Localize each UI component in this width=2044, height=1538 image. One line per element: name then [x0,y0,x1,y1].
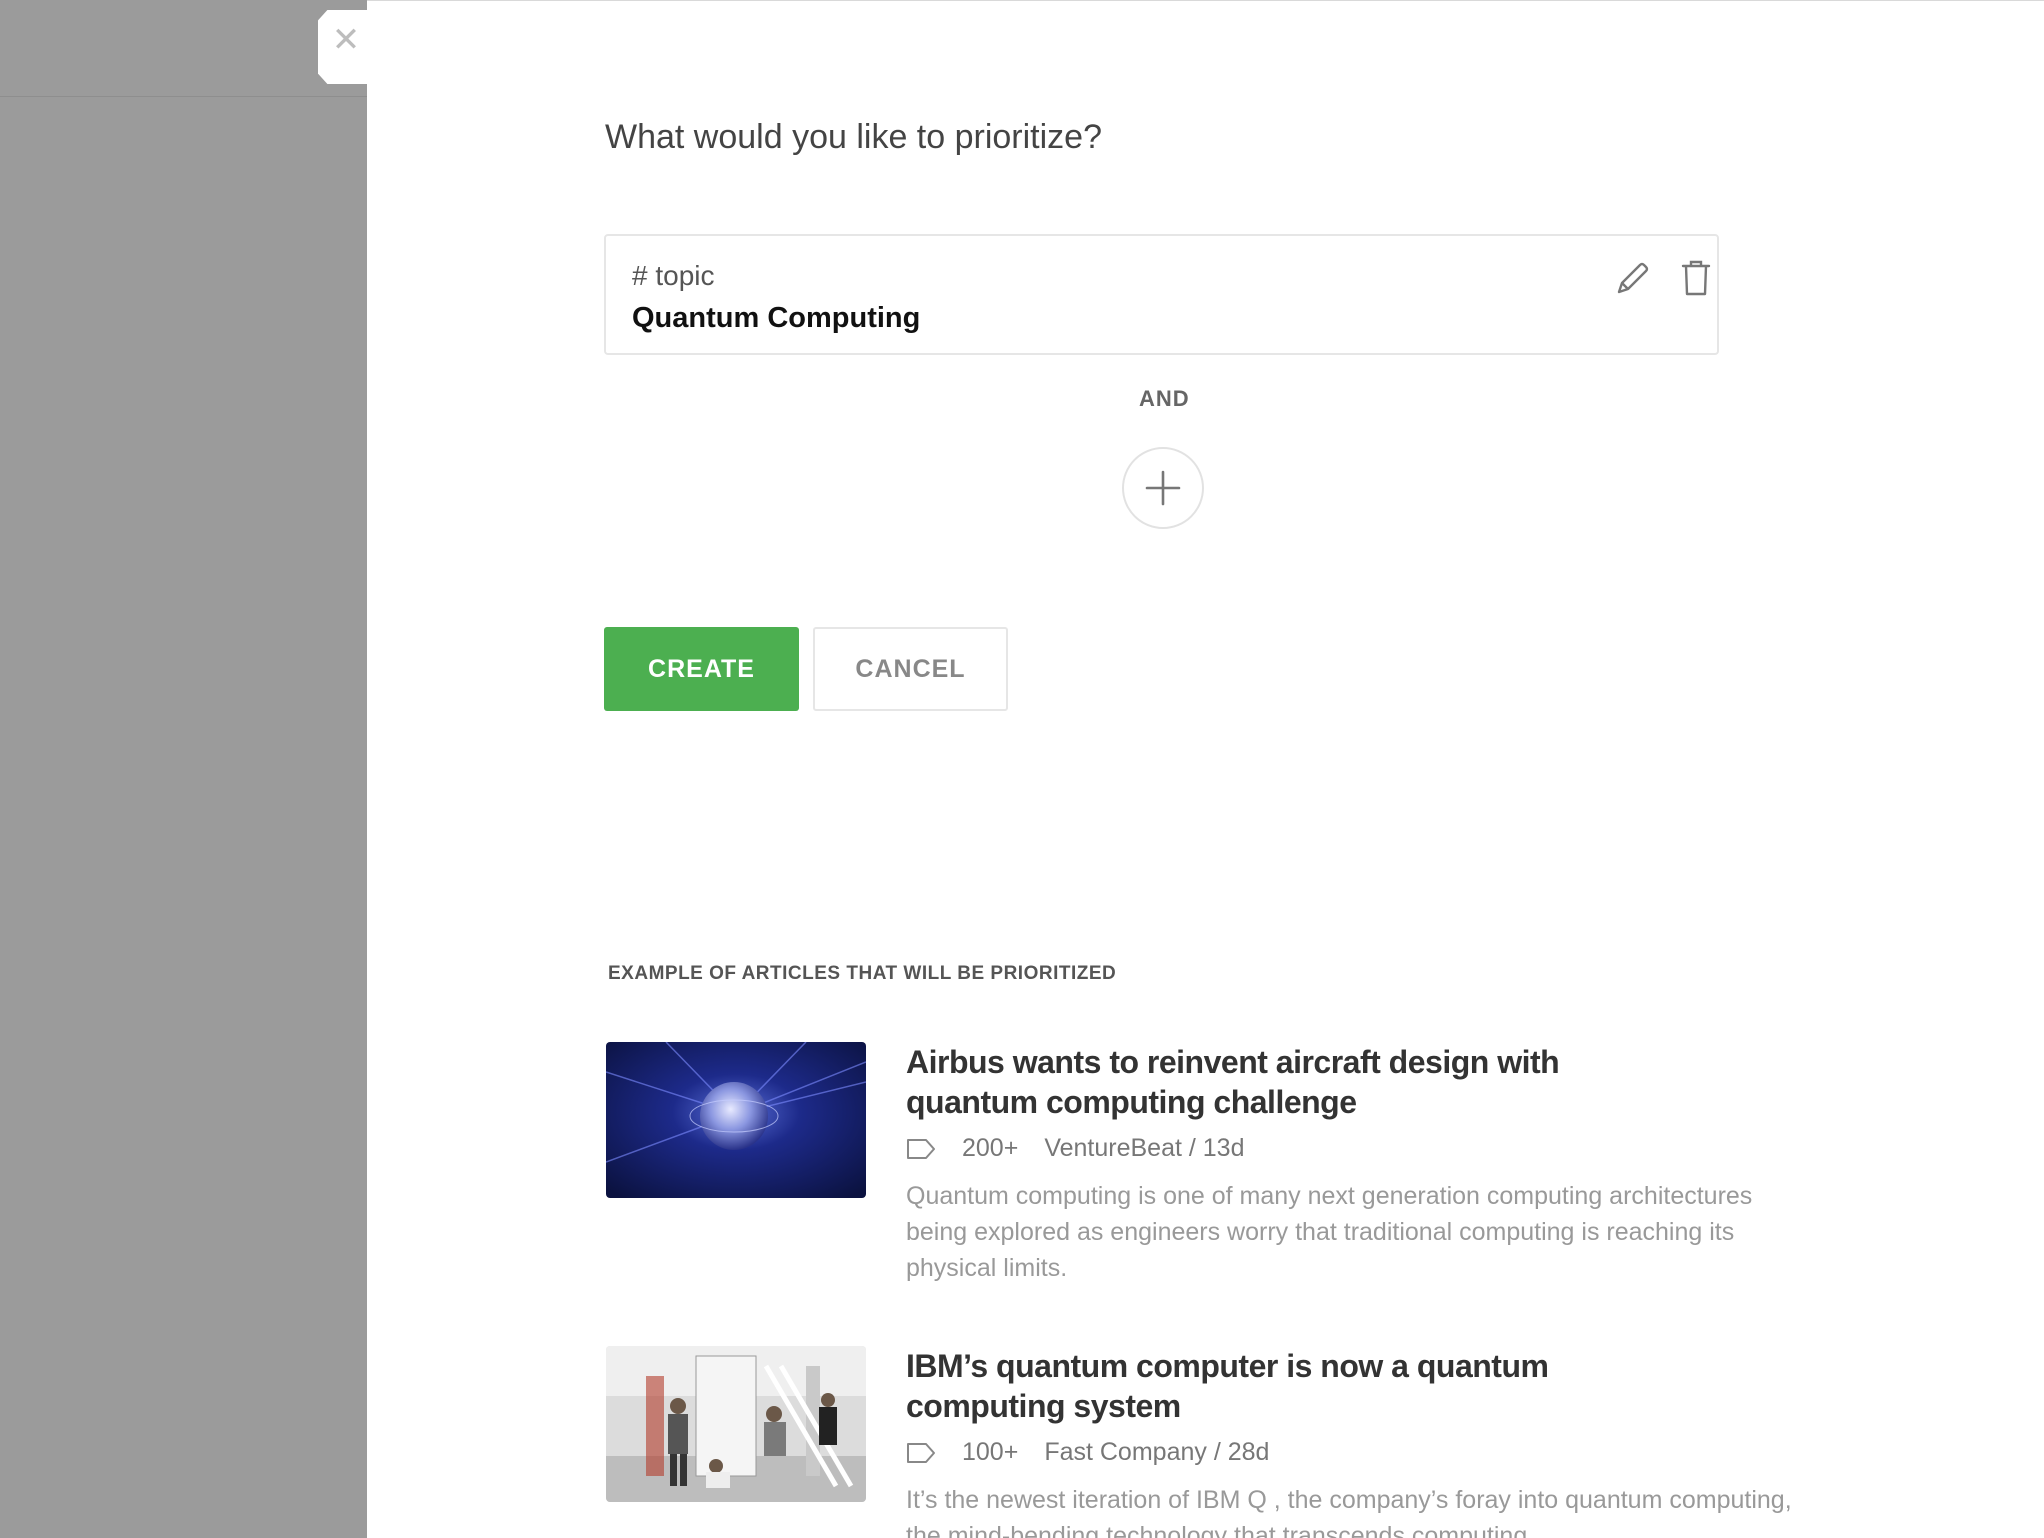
tag-icon [907,1442,935,1463]
article-thumbnail[interactable] [606,1042,866,1198]
pencil-icon [1617,262,1649,294]
prioritize-panel [367,0,2044,1538]
create-button[interactable]: CREATE [604,627,799,711]
add-condition-button[interactable] [1122,447,1204,529]
delete-topic-button[interactable] [1674,256,1718,300]
article-thumbnail[interactable] [606,1346,866,1502]
cancel-button[interactable]: CANCEL [813,627,1008,711]
plus-icon [1145,470,1181,506]
edit-topic-button[interactable] [1611,256,1655,300]
trash-icon [1681,260,1711,296]
article-meta: 200+ VentureBeat / 13d [906,1134,1244,1163]
close-icon[interactable]: ✕ [330,23,362,57]
article-summary: It’s the newest iteration of IBM Q , the… [906,1486,1792,1538]
tag-icon [907,1138,935,1159]
backdrop-overlay[interactable] [0,0,367,1538]
article-meta: 100+ Fast Company / 28d [906,1438,1269,1467]
article-title[interactable]: IBM’s quantum computer is now a quantum … [906,1346,1666,1426]
article-source: VentureBeat / 13d [1044,1134,1245,1162]
topic-name: Quantum Computing [632,302,921,334]
and-connector-label: AND [1139,386,1190,411]
article-engagement-count: 200+ [962,1134,1019,1162]
article-engagement-count: 100+ [962,1438,1019,1466]
topic-kind-label: # topic [632,260,715,291]
article-source: Fast Company / 28d [1044,1438,1270,1466]
backdrop-divider [0,96,367,97]
article-summary: Quantum computing is one of many next ge… [906,1182,1753,1282]
prompt-question: What would you like to prioritize? [605,118,1103,156]
article-title[interactable]: Airbus wants to reinvent aircraft design… [906,1042,1666,1122]
topic-card: # topic Quantum Computing [604,234,1719,355]
examples-heading: EXAMPLE OF ARTICLES THAT WILL BE PRIORIT… [608,963,1117,984]
